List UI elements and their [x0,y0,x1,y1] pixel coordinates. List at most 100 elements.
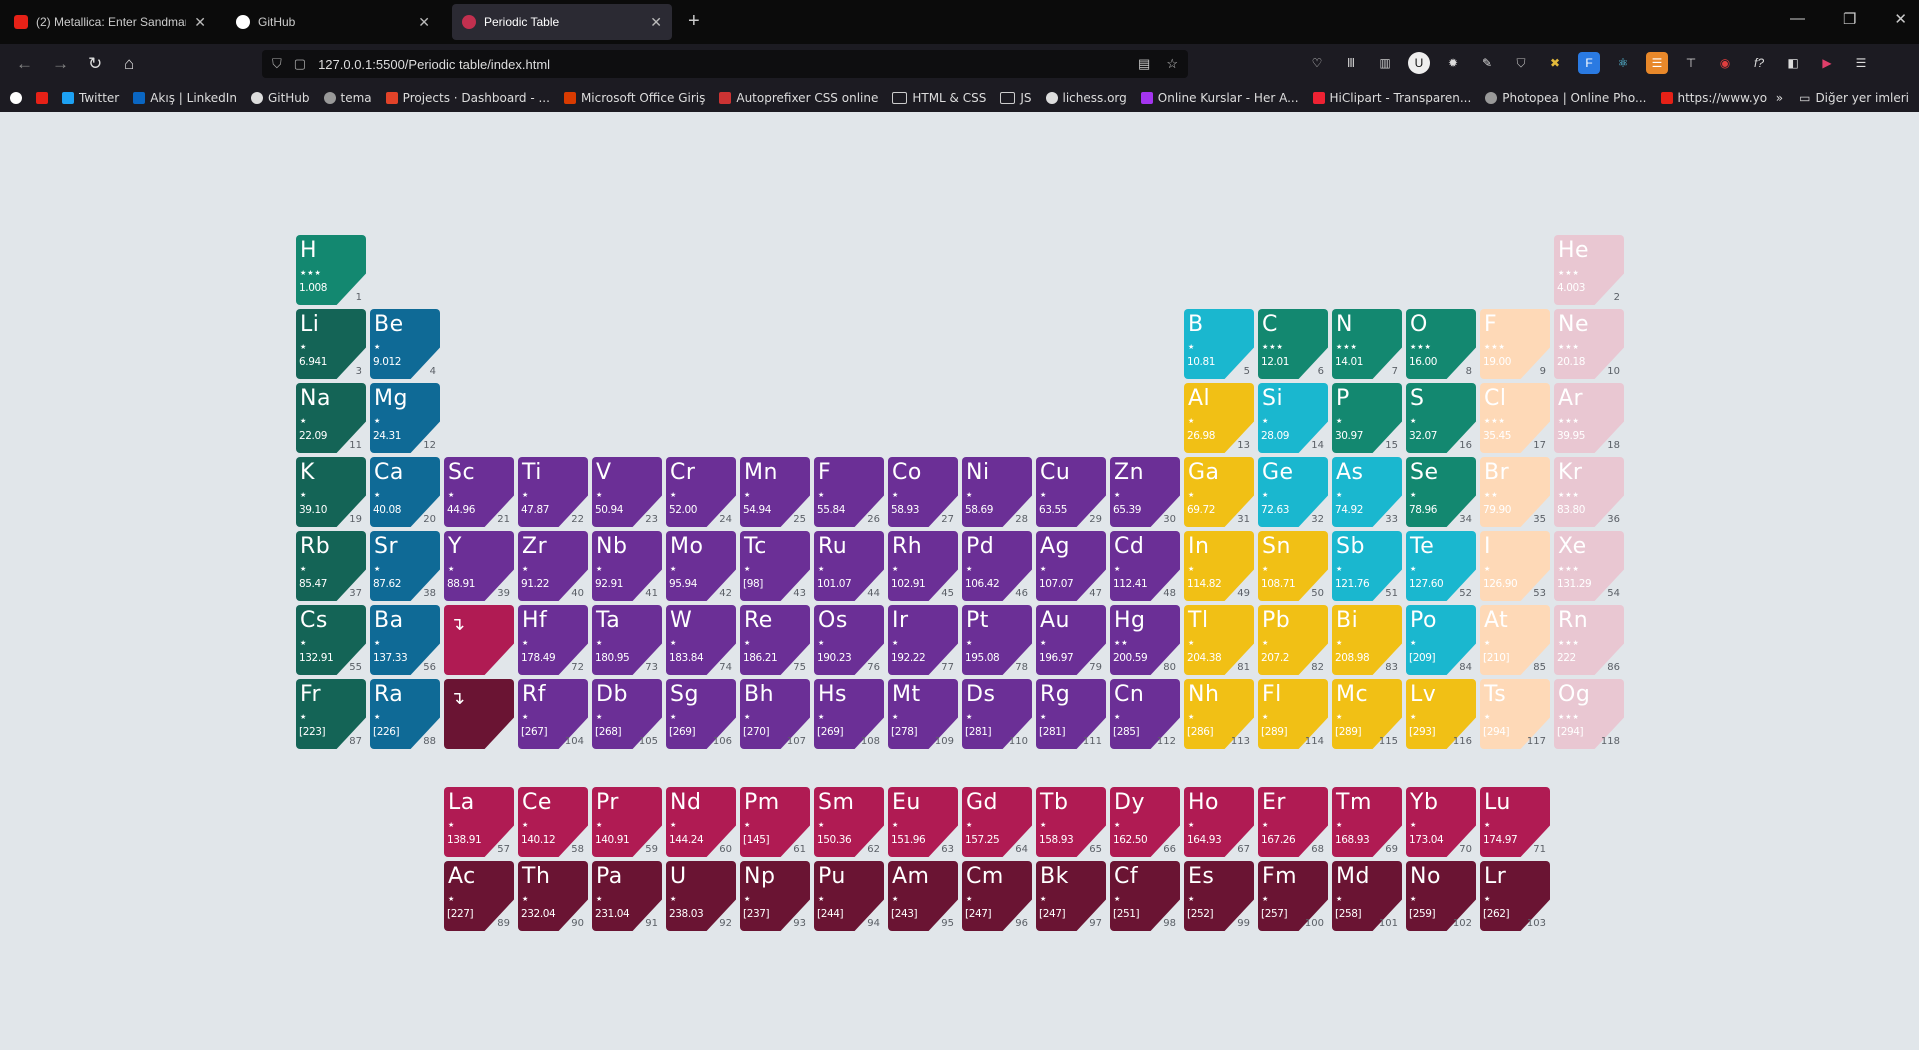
bookmark-item[interactable]: JS [1000,91,1032,105]
element-cell[interactable]: V ★ 50.94 23 [592,457,662,527]
element-cell[interactable]: Pm ★ [145] 61 [740,787,810,857]
bookmark-item[interactable]: Projects · Dashboard - ... [385,91,550,105]
element-cell[interactable]: Ts ★ [294] 117 [1480,679,1550,749]
element-cell[interactable]: Se ★ 78.96 34 [1406,457,1476,527]
element-cell[interactable]: Rg ★ [281] 111 [1036,679,1106,749]
element-cell[interactable]: F ★★★ 19.00 9 [1480,309,1550,379]
element-cell[interactable]: Pb ★ 207.2 82 [1258,605,1328,675]
element-cell[interactable]: B ★ 10.81 5 [1184,309,1254,379]
tab-github[interactable]: GitHub ✕ [226,4,440,40]
close-icon[interactable]: ✕ [418,14,430,31]
tab-periodic-table[interactable]: Periodic Table ✕ [452,4,672,40]
element-cell[interactable]: La ★ 138.91 57 [444,787,514,857]
element-cell[interactable]: Og ★★★ [294] 118 [1554,679,1624,749]
element-cell[interactable]: Sb ★ 121.76 51 [1332,531,1402,601]
color-picker-icon[interactable]: ✎ [1476,52,1498,74]
ublock-icon[interactable]: U [1408,52,1430,74]
element-cell[interactable]: Cl ★★★ 35.45 17 [1480,383,1550,453]
bookmark-item[interactable]: Autoprefixer CSS online [719,91,878,105]
element-cell[interactable]: Po ★ [209] 84 [1406,605,1476,675]
element-cell[interactable]: Yb ★ 173.04 70 [1406,787,1476,857]
element-cell[interactable]: Hg ★★ 200.59 80 [1110,605,1180,675]
media-icon[interactable]: ▶ [1816,52,1838,74]
pocket-icon[interactable]: ♡ [1306,52,1328,74]
element-cell[interactable]: Er ★ 167.26 68 [1258,787,1328,857]
bookmark-star-icon[interactable]: ☆ [1166,56,1178,72]
menu-icon[interactable]: ☰ [1850,52,1872,74]
element-cell[interactable]: Rb ★ 85.47 37 [296,531,366,601]
other-bookmarks-folder[interactable]: ▭ Diğer yer imleri [1799,91,1909,105]
element-cell[interactable]: Te ★ 127.60 52 [1406,531,1476,601]
element-cell[interactable]: Ar ★★★ 39.95 18 [1554,383,1624,453]
element-cell[interactable]: Tm ★ 168.93 69 [1332,787,1402,857]
bookmark-item[interactable]: HTML & CSS [892,91,986,105]
element-cell[interactable]: Li ★ 6.941 3 [296,309,366,379]
element-cell[interactable]: Cd ★ 112.41 48 [1110,531,1180,601]
element-cell[interactable]: Hs ★ [269] 108 [814,679,884,749]
bookmark-item[interactable]: tema [323,91,372,105]
element-cell[interactable]: K ★ 39.10 19 [296,457,366,527]
dark-reader-icon[interactable]: ✖ [1544,52,1566,74]
element-cell[interactable]: Gd ★ 157.25 64 [962,787,1032,857]
element-cell[interactable]: He ★★★ 4.003 2 [1554,235,1624,305]
element-cell[interactable]: No ★ [259] 102 [1406,861,1476,931]
home-icon[interactable]: ⌂ [124,54,134,74]
element-cell[interactable]: Zn ★ 65.39 30 [1110,457,1180,527]
element-cell[interactable]: Pu ★ [244] 94 [814,861,884,931]
new-tab-button[interactable]: + [688,10,700,33]
element-cell[interactable]: Mg ★ 24.31 12 [370,383,440,453]
f-block-placeholder[interactable]: ↴ [444,679,514,749]
element-cell[interactable]: Br ★★ 79.90 35 [1480,457,1550,527]
privacy-badger-icon[interactable]: ⛉ [1510,52,1532,74]
element-cell[interactable]: Al ★ 26.98 13 [1184,383,1254,453]
element-cell[interactable]: Rf ★ [267] 104 [518,679,588,749]
url-text[interactable]: 127.0.0.1:5500/Periodic table/index.html [318,57,1122,72]
back-icon[interactable]: ← [16,54,33,74]
element-cell[interactable]: Pa ★ 231.04 91 [592,861,662,931]
element-cell[interactable]: O ★★★ 16.00 8 [1406,309,1476,379]
element-cell[interactable]: Dy ★ 162.50 66 [1110,787,1180,857]
bookmark-item[interactable]: Microsoft Office Giriş [563,91,705,105]
element-cell[interactable]: Mt ★ [278] 109 [888,679,958,749]
element-cell[interactable]: Ga ★ 69.72 31 [1184,457,1254,527]
element-cell[interactable]: Bk ★ [247] 97 [1036,861,1106,931]
element-cell[interactable]: Mn ★ 54.94 25 [740,457,810,527]
element-cell[interactable]: Rh ★ 102.91 45 [888,531,958,601]
bookmark-item[interactable]: GitHub [250,91,310,105]
element-cell[interactable]: Sg ★ [269] 106 [666,679,736,749]
element-cell[interactable]: Fl ★ [289] 114 [1258,679,1328,749]
element-cell[interactable]: Ca ★ 40.08 20 [370,457,440,527]
react-devtools-icon[interactable]: ⚛ [1612,52,1634,74]
element-cell[interactable]: Lv ★ [293] 116 [1406,679,1476,749]
element-cell[interactable]: Sm ★ 150.36 62 [814,787,884,857]
element-cell[interactable]: Cs ★ 132.91 55 [296,605,366,675]
element-cell[interactable]: Cf ★ [251] 98 [1110,861,1180,931]
element-cell[interactable]: I ★ 126.90 53 [1480,531,1550,601]
minimize-icon[interactable]: — [1790,10,1805,28]
bookmark-item[interactable]: Akış | LinkedIn [133,91,237,105]
page-info-icon[interactable]: ▢ [294,56,306,72]
element-cell[interactable]: Os ★ 190.23 76 [814,605,884,675]
close-icon[interactable]: ✕ [650,14,662,31]
element-cell[interactable]: Mo ★ 95.94 42 [666,531,736,601]
element-cell[interactable]: Lr ★ [262] 103 [1480,861,1550,931]
bookmark-item[interactable] [10,92,22,104]
bookmark-item[interactable]: Online Kurslar - Her A... [1140,91,1299,105]
element-cell[interactable]: Ir ★ 192.22 77 [888,605,958,675]
element-cell[interactable]: Ds ★ [281] 110 [962,679,1032,749]
element-cell[interactable]: W ★ 183.84 74 [666,605,736,675]
shield-icon[interactable]: ⛉ [272,56,282,72]
restore-icon[interactable]: ❐ [1843,10,1856,28]
element-cell[interactable]: Sr ★ 87.62 38 [370,531,440,601]
element-cell[interactable]: Nh ★ [286] 113 [1184,679,1254,749]
math-icon[interactable]: f? [1748,52,1770,74]
element-cell[interactable]: Ru ★ 101.07 44 [814,531,884,601]
element-cell[interactable]: Mc ★ [289] 115 [1332,679,1402,749]
address-bar[interactable]: ⛉ ▢ 127.0.0.1:5500/Periodic table/index.… [262,50,1188,78]
element-cell[interactable]: Nb ★ 92.91 41 [592,531,662,601]
element-cell[interactable]: S ★ 32.07 16 [1406,383,1476,453]
element-cell[interactable]: Tc ★ [98] 43 [740,531,810,601]
element-cell[interactable]: Lu ★ 174.97 71 [1480,787,1550,857]
close-window-icon[interactable]: ✕ [1894,10,1907,28]
element-cell[interactable]: Fm ★ [257] 100 [1258,861,1328,931]
